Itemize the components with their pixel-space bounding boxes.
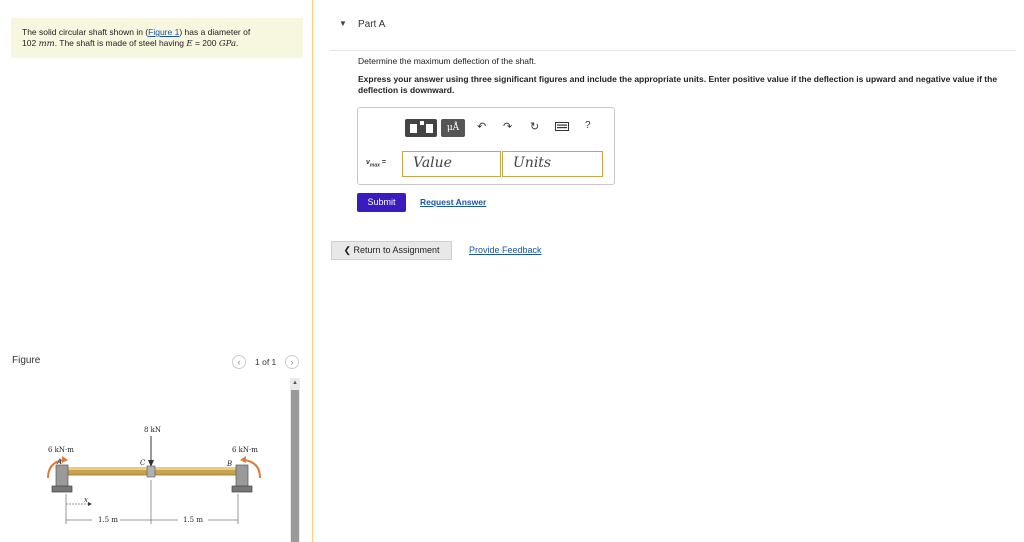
moment-right-arrowhead-icon	[240, 456, 246, 463]
submit-button[interactable]: Submit	[357, 193, 406, 212]
redo-icon[interactable]: ↷	[503, 120, 512, 133]
figure-link[interactable]: Figure 1	[148, 27, 179, 37]
x-coordinate-label: x	[84, 496, 88, 504]
variable-subscript: max	[369, 162, 380, 169]
undo-icon[interactable]: ↶	[477, 120, 486, 133]
next-figure-button[interactable]: ›	[285, 355, 299, 369]
problem-statement: The solid circular shaft shown in (Figur…	[11, 18, 303, 58]
reset-icon[interactable]: ↻	[530, 120, 539, 133]
scrollbar-thumb[interactable]	[291, 390, 299, 542]
template-icon	[426, 124, 433, 133]
help-icon[interactable]: ?	[585, 120, 591, 131]
return-to-assignment-button[interactable]: ❮ Return to Assignment	[331, 241, 452, 260]
modulus-value: = 200	[192, 38, 219, 48]
problem-text: .	[236, 38, 239, 48]
dim-left-label: 1.5 m	[98, 516, 118, 524]
problem-text: The solid circular shaft shown in (	[22, 27, 149, 37]
previous-figure-button[interactable]: ‹	[232, 355, 246, 369]
part-title[interactable]: Part A	[358, 19, 385, 30]
units-symbol-button[interactable]: μÅ	[441, 119, 465, 137]
template-icon	[420, 121, 424, 125]
figure-pager-count: 1 of 1	[255, 357, 277, 367]
request-answer-link[interactable]: Request Answer	[420, 197, 486, 207]
moment-left-label: 6 kN·m	[48, 446, 74, 454]
modulus-unit: GPa	[218, 39, 237, 49]
equals-sign: =	[379, 159, 386, 166]
dim-right-label: 1.5 m	[183, 516, 203, 524]
point-c-label: C	[140, 459, 146, 467]
diameter-unit: mm	[38, 39, 55, 49]
right-support-base	[231, 485, 253, 493]
load-label: 8 kN	[144, 426, 161, 434]
part-header[interactable]	[330, 10, 1016, 51]
question-instruction: Determine the maximum deflection of the …	[358, 56, 537, 66]
problem-text: . The shaft is made of steel having	[54, 38, 184, 48]
answer-format-note: Express your answer using three signific…	[358, 74, 998, 95]
value-input[interactable]: Value	[402, 151, 501, 177]
diameter-value: 102	[22, 38, 37, 48]
x-arrowhead-icon	[88, 502, 92, 506]
answer-variable-label: vmax =	[366, 159, 386, 168]
left-support-base	[51, 485, 73, 493]
left-support	[55, 464, 69, 488]
units-input[interactable]: Units	[502, 151, 603, 177]
template-icon	[410, 124, 417, 133]
provide-feedback-link[interactable]: Provide Feedback	[469, 245, 542, 255]
scroll-up-arrow-icon[interactable]: ▲	[290, 378, 300, 388]
problem-text: ) has a diameter of	[179, 27, 251, 37]
moment-left-arrowhead-icon	[62, 456, 68, 463]
right-support	[235, 464, 249, 488]
collapse-caret-icon[interactable]: ▼	[339, 19, 347, 28]
shaft-diagram: 8 kN 6 kN·m 6 kN·m A B C x 1.5 m 1.5 m	[47, 426, 261, 524]
panel-divider	[312, 0, 313, 542]
templates-button[interactable]	[405, 119, 437, 137]
center-collar	[146, 465, 156, 478]
keyboard-icon[interactable]	[555, 122, 569, 134]
point-b-label: B	[226, 460, 232, 468]
figure-label: Figure	[12, 355, 41, 366]
moment-right-label: 6 kN·m	[232, 446, 258, 454]
